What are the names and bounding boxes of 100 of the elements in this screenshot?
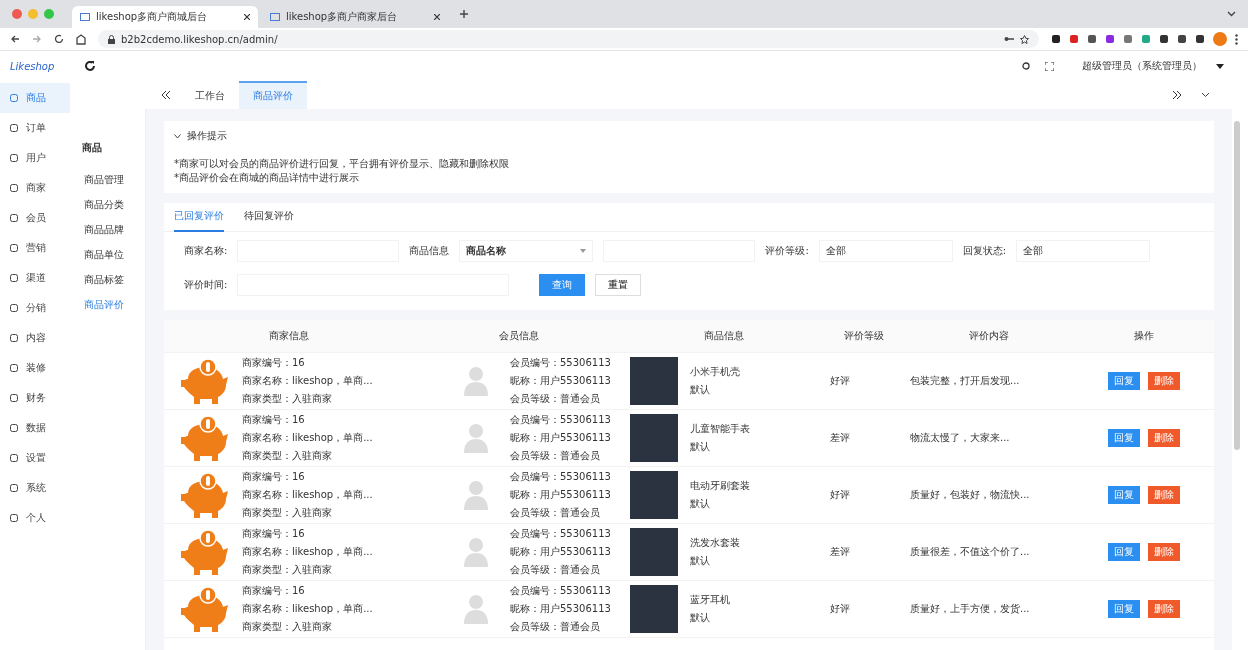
bookmark-icon[interactable] [1020,34,1029,44]
sidebar-item[interactable]: 个人 [0,503,70,533]
field-label: 评价时间: [184,278,228,292]
reload-icon[interactable] [54,34,64,44]
shop-name: 商家名称：likeshop，单商... [242,431,373,445]
piggy-bank-icon [180,471,230,519]
column-header: 会员信息 [498,329,540,343]
photo-placeholder [630,414,678,462]
submenu-item[interactable]: 商品标签 [70,267,145,292]
shop-name: 商家名称：likeshop，单商... [242,488,373,502]
reply-select[interactable]: 全部 [1016,240,1151,262]
menu-item-icon [10,304,18,312]
page-tab[interactable]: 工作台 [181,80,239,110]
review-tab[interactable]: 待回复评价 [244,202,294,232]
refresh-icon[interactable] [84,60,96,72]
shop-id: 商家编号：16 [242,527,306,541]
reset-button[interactable]: 重置 [595,274,642,296]
sidebar-item[interactable]: 装修 [0,353,70,383]
menu-item-icon [10,94,18,102]
scrollbar[interactable] [1234,121,1240,450]
address-bar[interactable]: b2b2cdemo.likeshop.cn/admin/ [98,30,1039,48]
menu-item-icon [10,274,18,282]
search-icon[interactable] [1022,61,1031,71]
photo-placeholder [630,471,678,519]
chevron-down-icon[interactable] [1201,92,1210,98]
page-icon [80,13,90,21]
submenu-item[interactable]: 商品单位 [70,242,145,267]
close-icon[interactable] [434,14,440,20]
rating-level: 好评 [829,602,851,616]
member-level: 会员等级：普通会员 [510,392,601,406]
avatar-placeholder-icon [464,594,488,624]
product-spec: 默认 [690,383,711,397]
sidebar-item[interactable]: 订单 [0,113,70,143]
submenu-item[interactable]: 商品分类 [70,192,145,217]
product-spec: 默认 [690,554,711,568]
menu-item-icon [10,394,18,402]
shop-name: 商家名称：likeshop，单商... [242,374,373,388]
product-name: 蓝牙耳机 [690,593,730,607]
member-level: 会员等级：普通会员 [510,620,601,634]
logo[interactable]: Likeshop [10,60,70,72]
level-select[interactable]: 全部 [818,240,953,262]
submenu-item[interactable]: 商品评价 [70,292,145,317]
submenu-item[interactable]: 商品品牌 [70,217,145,242]
shop-type: 商家类型：入驻商家 [242,563,333,577]
submenu-item[interactable]: 商品管理 [70,167,145,192]
goods-select[interactable]: 商品名称 [459,240,594,262]
close-icon[interactable] [244,14,250,20]
submenu-title: 商品 [81,141,103,155]
back-icon[interactable] [10,34,20,44]
key-icon[interactable] [1004,35,1014,43]
tip-text: *商品评价会在商城的商品详情中进行展示 [174,171,360,185]
tips-toggle[interactable]: 操作提示 [174,129,1204,143]
shop-name: 商家名称：likeshop，单商... [242,545,373,559]
sidebar-item[interactable]: 渠道 [0,263,70,293]
member-id: 会员编号：55306113 [510,356,611,370]
sidebar-item[interactable]: 分销 [0,293,70,323]
product-spec: 默认 [690,497,711,511]
sidebar-item[interactable]: 营销 [0,233,70,263]
more-icon[interactable] [1235,33,1238,45]
sidebar-item[interactable]: 财务 [0,383,70,413]
shop-type: 商家类型：入驻商家 [242,449,333,463]
page-tab[interactable]: 商品评价 [239,80,307,110]
shop-id: 商家编号：16 [242,584,306,598]
piggy-bank-icon [180,414,230,462]
scroll-right-icon[interactable] [1172,91,1181,99]
member-level: 会员等级：普通会员 [510,506,601,520]
shop-id: 商家编号：16 [242,356,306,370]
menu-item-icon [10,154,18,162]
avatar-placeholder-icon [464,423,488,453]
review-text: 质量好，上手方便，发货... [909,602,1031,616]
column-header: 评价等级 [843,329,885,343]
review-tab[interactable]: 已回复评价 [174,202,224,232]
member-nickname: 昵称：用户55306113 [510,545,611,559]
review-text: 包装完整，打开后发现... [909,374,1021,388]
avatar-icon[interactable] [1213,32,1227,46]
menu-item-icon [10,244,18,252]
user-menu[interactable]: 超级管理员（系统管理员） [1082,59,1202,73]
sidebar-item[interactable]: 用户 [0,143,70,173]
home-icon[interactable] [76,33,86,45]
sidebar-item[interactable]: 数据 [0,413,70,443]
sidebar-item[interactable]: 系统 [0,473,70,503]
sidebar-item[interactable]: 设置 [0,443,70,473]
sidebar-item[interactable]: 会员 [0,203,70,233]
product-name: 洗发水套装 [690,536,740,550]
column-header: 评价内容 [968,329,1010,343]
new-tab-icon[interactable] [460,10,468,18]
browser-tab[interactable]: likeshop多商户商家后台 [262,6,448,28]
browser-tab[interactable]: likeshop多商户商城后台 [72,6,258,28]
sidebar-item[interactable]: 商品 [0,83,70,113]
column-header: 商家信息 [268,329,310,343]
caret-icon[interactable] [1216,63,1224,69]
collapse-left-icon[interactable] [162,91,171,99]
shop-type: 商家类型：入驻商家 [242,620,333,634]
sidebar-item[interactable]: 商家 [0,173,70,203]
close-window-icon[interactable] [12,9,22,19]
rating-level: 差评 [829,545,851,559]
chevron-down-icon[interactable] [1227,11,1236,17]
menu-item-icon [10,214,18,222]
sidebar-item[interactable]: 内容 [0,323,70,353]
fullscreen-icon[interactable] [1045,61,1054,71]
